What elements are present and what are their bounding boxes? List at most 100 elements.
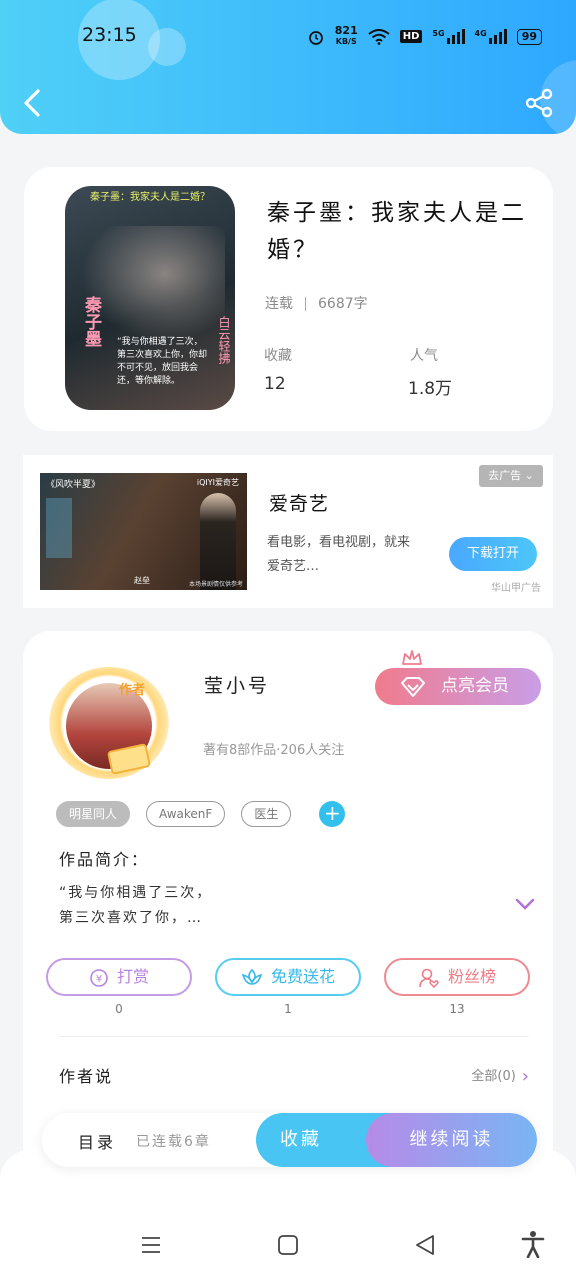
remove-ad-button[interactable]: 去广告 ⌄ [479, 465, 543, 487]
ad-name: 爱奇艺 [269, 493, 330, 515]
action-row: ¥ 打赏 0 免费送花 1 粉丝榜 13 [46, 958, 530, 1016]
svg-text:¥: ¥ [96, 974, 102, 985]
author-info: 著有8部作品·206人关注 [203, 743, 345, 758]
intro-text: “我与你相遇了三次， 第三次喜欢了你，… [59, 881, 359, 931]
chevron-right-icon: › [521, 1066, 529, 1087]
tag-list: 明星同人 AwakenF 医生 + [56, 801, 346, 827]
crown-icon [402, 650, 422, 665]
author-says-all-label: 全部(0) [471, 1069, 516, 1084]
ad-image-logo: iQIYI爱奇艺 [196, 478, 239, 487]
add-tag-button[interactable]: + [319, 801, 346, 827]
fan-ranking-button[interactable]: 粉丝榜 [384, 958, 530, 996]
net-speed-value: 821 [334, 24, 358, 37]
signal-bar [488, 38, 492, 44]
battery-icon: 99 [516, 28, 542, 45]
diamond-icon [401, 677, 425, 697]
author-name: 莹小号 [204, 675, 271, 697]
intro-line: “我与你相遇了三次， [59, 885, 213, 901]
book-cover[interactable]: 秦子墨：我家夫人是二婚？ 秦子墨 白云轻拂 “我与你相遇了三次，第三次喜欢上你，… [65, 186, 235, 410]
signal-4g-label: 4G [474, 29, 487, 38]
signal-bar [503, 29, 507, 44]
signal-bar [456, 32, 460, 44]
intro-line: 第三次喜欢了你，… [59, 910, 203, 926]
flower-count: 1 [284, 1002, 292, 1016]
cover-side-right: 白云轻拂 [217, 316, 231, 364]
signal-bar [461, 29, 465, 44]
ad-image-caption: 赵垒 [134, 576, 150, 585]
vip-button[interactable]: 点亮会员 [375, 668, 541, 705]
author-badge: 作者 [119, 683, 146, 698]
popularity-value: 1.8万 [408, 379, 453, 399]
author-says-all-link[interactable]: 全部(0) › [471, 1065, 529, 1087]
tag-item[interactable]: 明星同人 [56, 801, 131, 827]
hd-badge: HD [399, 30, 423, 43]
book-status: 连载 [265, 296, 293, 312]
serial-status: 已连载6章 [136, 1134, 211, 1150]
menu-icon[interactable] [140, 1234, 162, 1256]
signal-5g-label: 5G [432, 29, 445, 38]
status-time: 23:15 [82, 24, 137, 46]
ad-card[interactable]: 《风吹半夏》 iQIYI爱奇艺 赵垒 本场景剧情仅供参考 爱奇艺 看电影，看电视… [23, 455, 553, 608]
ad-image-person [200, 493, 236, 590]
fan-ranking-label: 粉丝榜 [447, 967, 496, 986]
chevron-down-icon: ⌄ [524, 469, 534, 482]
signal-4g-icon: 4G [475, 29, 507, 44]
signal-bar [446, 38, 450, 44]
ad-source-note: 华山甲广告 [491, 583, 541, 594]
collect-label: 收藏 [264, 348, 292, 364]
toc-button[interactable]: 目录 [78, 1129, 116, 1153]
book-meta: 连载 6687字 [265, 293, 368, 313]
net-speed-unit: KB/S [335, 37, 357, 46]
download-open-button[interactable]: 下载打开 [449, 537, 537, 571]
user-heart-icon [419, 968, 439, 988]
signal-bar [451, 35, 455, 44]
intro-label: 作品简介： [59, 850, 150, 869]
system-nav-bar [0, 1150, 576, 1280]
back-icon[interactable] [20, 88, 44, 118]
book-title: 秦子墨：我家夫人是二婚？ [267, 200, 527, 263]
wifi-icon [368, 28, 390, 45]
status-icons: 821 KB/S HD 5G 4G 99 [307, 24, 542, 47]
book-info-card: 秦子墨：我家夫人是二婚？ 秦子墨 白云轻拂 “我与你相遇了三次，第三次喜欢上你，… [24, 167, 553, 431]
expand-chevron-icon[interactable] [515, 897, 535, 911]
book-word-count: 6687字 [318, 296, 368, 312]
reward-button[interactable]: ¥ 打赏 [46, 958, 192, 996]
collect-value: 12 [264, 374, 286, 394]
popularity-label: 人气 [410, 348, 438, 364]
header: 23:15 821 KB/S HD 5G 4G 99 [0, 0, 576, 134]
status-bar: 23:15 821 KB/S HD 5G 4G 99 [0, 22, 576, 52]
home-icon[interactable] [277, 1234, 299, 1256]
author-says-label: 作者说 [59, 1067, 114, 1086]
nav-back-icon[interactable] [414, 1234, 436, 1256]
ad-image-title: 《风吹半夏》 [46, 480, 101, 490]
share-icon[interactable] [524, 88, 554, 118]
author-card: 作者 莹小号 著有8部作品·206人关注 点亮会员 明星同人 AwakenF 医… [23, 631, 553, 1191]
divider [59, 1036, 529, 1037]
signal-bar [493, 35, 497, 44]
reward-count: 0 [115, 1002, 123, 1016]
remove-ad-label: 去广告 [488, 469, 522, 482]
flower-icon [241, 968, 263, 985]
coin-icon: ¥ [90, 968, 108, 987]
ad-image[interactable]: 《风吹半夏》 iQIYI爱奇艺 赵垒 本场景剧情仅供参考 [40, 473, 247, 590]
accessibility-icon[interactable] [521, 1230, 545, 1258]
fan-count: 13 [449, 1002, 465, 1016]
vip-button-label: 点亮会员 [441, 676, 509, 696]
signal-5g-icon: 5G [432, 29, 465, 44]
tag-item[interactable]: 医生 [241, 801, 292, 827]
meta-separator [305, 297, 306, 311]
bottom-action-bar: 目录 已连载6章 收藏 继续阅读 [42, 1113, 537, 1167]
reward-label: 打赏 [116, 967, 149, 986]
cover-quote: “我与你相遇了三次，第三次喜欢上你，你却不可不见，放回我会还，等你解除。 [117, 337, 208, 386]
cover-side-left: 秦子墨 [81, 296, 101, 347]
author-avatar[interactable]: 作者 [41, 667, 187, 779]
send-flower-button[interactable]: 免费送花 [215, 958, 361, 996]
continue-reading-button[interactable]: 继续阅读 [366, 1113, 537, 1167]
tag-item[interactable]: AwakenF [146, 801, 226, 827]
net-speed: 821 KB/S [334, 24, 358, 47]
alarm-icon [308, 30, 323, 45]
ad-image-window [46, 498, 72, 558]
signal-bar [498, 32, 502, 44]
ad-description: 看电影，看电视剧，就来爱奇艺… [267, 535, 411, 574]
send-flower-label: 免费送花 [270, 967, 335, 986]
